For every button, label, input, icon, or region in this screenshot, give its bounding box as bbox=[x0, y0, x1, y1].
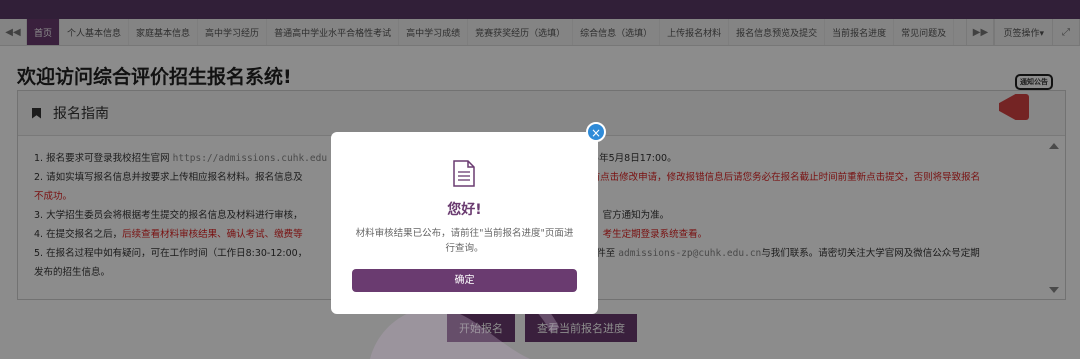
dialog-title: 您好! bbox=[447, 202, 482, 218]
dialog-message: 材料审核结果已公布，请前往"当前报名进度"页面进行查询。 bbox=[355, 228, 574, 254]
document-icon bbox=[453, 160, 475, 187]
confirm-button[interactable]: 确定 bbox=[352, 269, 577, 292]
close-icon[interactable]: × bbox=[586, 122, 606, 142]
notification-dialog: × 您好! 材料审核结果已公布，请前往"当前报名进度"页面进行查询。 确定 bbox=[331, 122, 606, 314]
